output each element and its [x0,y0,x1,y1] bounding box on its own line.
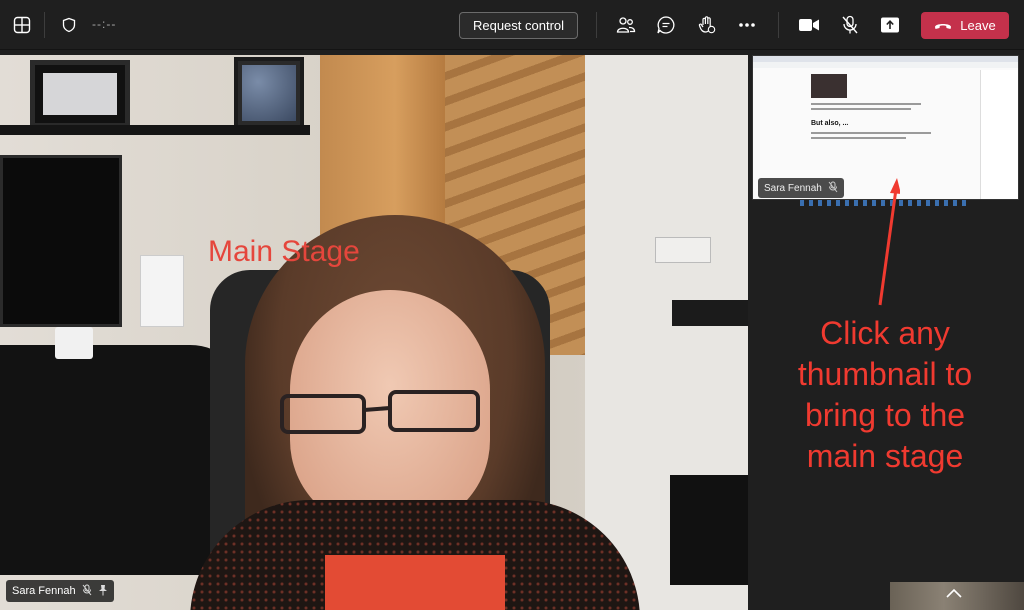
video-stand [672,300,748,326]
pin-icon[interactable] [98,584,108,599]
camera-icon[interactable] [797,13,821,37]
chevron-up-icon[interactable] [942,584,966,602]
leave-button[interactable]: Leave [921,12,1009,39]
stage-participant-name-tag: Sara Fennah [6,580,114,602]
thumbnail-doc-heading: But also, ... [811,120,849,127]
thumbnail-participant-name: Sara Fennah [764,182,822,194]
main-stage-annotation: Main Stage [208,235,360,268]
chat-icon[interactable] [654,13,678,37]
share-icon[interactable] [878,13,902,37]
video-bin [670,475,748,585]
participant-glasses [280,390,480,434]
thumbnail-text-line [811,103,921,105]
mic-off-icon [828,181,838,196]
video-wall-socket [655,237,711,263]
mic-off-icon [82,584,92,599]
thumbnail-text-line [811,132,931,134]
thumbnail-name-tag: Sara Fennah [758,178,844,198]
self-view-preview[interactable] [890,582,1024,610]
main-stage-video[interactable]: Main Stage [0,55,748,610]
toolbar-divider [596,12,597,38]
react-icon[interactable] [695,13,719,37]
video-picture-frame [30,60,130,128]
thumbnail-text-line [811,137,906,139]
people-icon[interactable] [614,13,638,37]
shield-icon[interactable] [57,13,81,37]
video-shelf [0,125,310,135]
grid-layout-icon[interactable] [10,13,34,37]
thumbnail-doc-image [811,74,847,98]
annotation-arrow-icon [878,178,900,306]
toolbar-divider [778,12,779,38]
video-picture-frame [234,57,304,129]
toolbar-divider [44,12,45,38]
leave-label: Leave [960,18,996,33]
participant-name: Sara Fennah [12,585,76,597]
meeting-toolbar: --:-- Request control Leave [0,0,1024,50]
thumbnail-text-line [811,108,911,110]
thumbnail-doc-sidebar [980,70,1018,199]
video-mug [55,327,93,359]
phone-icon [934,18,952,33]
more-icon[interactable] [735,13,759,37]
video-lamp [140,255,184,327]
participant-shirt [325,555,505,610]
meeting-timer: --:-- [92,17,117,31]
request-control-button[interactable]: Request control [459,12,578,39]
mic-off-icon[interactable] [838,13,862,37]
video-monitor [0,155,122,327]
thumbnail-url-bar [753,62,1018,68]
thumbnail-annotation: Click any thumbnail to bring to the main… [797,315,973,474]
